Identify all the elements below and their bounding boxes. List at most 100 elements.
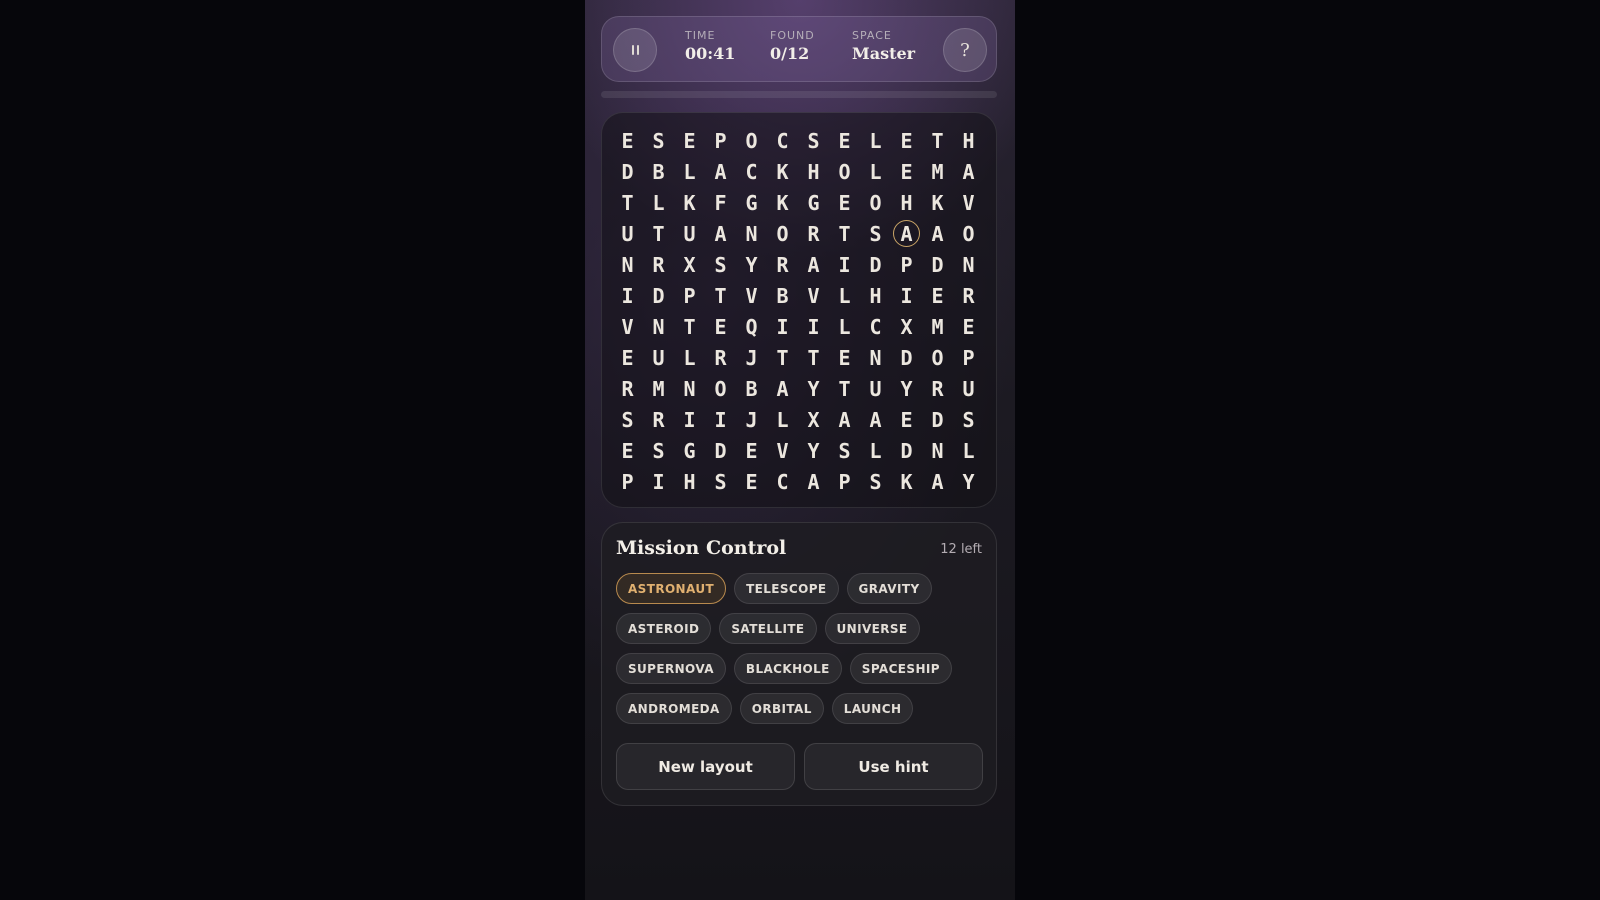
- grid-cell[interactable]: N: [922, 435, 953, 466]
- grid-cell[interactable]: B: [736, 373, 767, 404]
- grid-cell[interactable]: K: [767, 187, 798, 218]
- word-chip[interactable]: ASTRONAUT: [616, 573, 727, 604]
- grid-cell[interactable]: L: [829, 280, 860, 311]
- grid-cell[interactable]: E: [829, 125, 860, 156]
- grid-cell[interactable]: N: [643, 311, 674, 342]
- grid-cell[interactable]: I: [674, 404, 705, 435]
- grid-cell[interactable]: L: [643, 187, 674, 218]
- grid-cell[interactable]: Q: [736, 311, 767, 342]
- grid-cell[interactable]: X: [798, 404, 829, 435]
- grid-cell[interactable]: G: [674, 435, 705, 466]
- grid-cell[interactable]: Y: [953, 466, 984, 497]
- grid-cell[interactable]: G: [736, 187, 767, 218]
- grid-cell[interactable]: T: [829, 218, 860, 249]
- grid-cell[interactable]: T: [798, 342, 829, 373]
- word-chip[interactable]: BLACKHOLE: [733, 653, 842, 684]
- grid-cell[interactable]: T: [767, 342, 798, 373]
- grid-cell[interactable]: R: [705, 342, 736, 373]
- grid-cell[interactable]: C: [767, 125, 798, 156]
- grid-cell[interactable]: P: [705, 125, 736, 156]
- word-chip[interactable]: ASTEROID: [616, 613, 712, 644]
- grid-cell[interactable]: X: [674, 249, 705, 280]
- grid-cell[interactable]: E: [736, 435, 767, 466]
- grid-cell[interactable]: Y: [798, 373, 829, 404]
- word-chip[interactable]: UNIVERSE: [824, 613, 920, 644]
- grid-cell[interactable]: E: [674, 125, 705, 156]
- word-chip[interactable]: TELESCOPE: [734, 573, 839, 604]
- grid-cell[interactable]: R: [643, 249, 674, 280]
- grid-cell[interactable]: T: [829, 373, 860, 404]
- grid-cell[interactable]: D: [705, 435, 736, 466]
- grid-cell[interactable]: T: [922, 125, 953, 156]
- grid-cell[interactable]: B: [643, 156, 674, 187]
- grid-cell[interactable]: A: [705, 156, 736, 187]
- grid-cell[interactable]: Y: [798, 435, 829, 466]
- grid-cell[interactable]: S: [612, 404, 643, 435]
- grid-cell[interactable]: E: [829, 187, 860, 218]
- grid-cell[interactable]: S: [860, 218, 891, 249]
- grid-cell[interactable]: U: [860, 373, 891, 404]
- grid-cell[interactable]: P: [674, 280, 705, 311]
- grid-cell[interactable]: E: [922, 280, 953, 311]
- grid-cell[interactable]: D: [922, 404, 953, 435]
- grid-cell[interactable]: D: [643, 280, 674, 311]
- grid-cell[interactable]: K: [922, 187, 953, 218]
- grid-cell[interactable]: N: [736, 218, 767, 249]
- grid-cell[interactable]: N: [612, 249, 643, 280]
- grid-cell[interactable]: A: [798, 466, 829, 497]
- grid-cell[interactable]: Y: [736, 249, 767, 280]
- grid-cell[interactable]: P: [953, 342, 984, 373]
- grid-cell[interactable]: E: [953, 311, 984, 342]
- grid-cell[interactable]: D: [860, 249, 891, 280]
- grid-cell[interactable]: I: [612, 280, 643, 311]
- word-chip[interactable]: ORBITAL: [739, 693, 824, 724]
- grid-cell[interactable]: E: [705, 311, 736, 342]
- grid-cell[interactable]: K: [767, 156, 798, 187]
- grid-cell[interactable]: D: [891, 435, 922, 466]
- grid-cell[interactable]: L: [860, 435, 891, 466]
- grid-cell[interactable]: H: [674, 466, 705, 497]
- grid-cell[interactable]: R: [643, 404, 674, 435]
- grid-cell[interactable]: I: [891, 280, 922, 311]
- grid-cell[interactable]: H: [798, 156, 829, 187]
- grid-cell[interactable]: C: [767, 466, 798, 497]
- grid-cell[interactable]: H: [891, 187, 922, 218]
- grid-cell[interactable]: I: [798, 311, 829, 342]
- grid-cell[interactable]: O: [860, 187, 891, 218]
- grid-cell[interactable]: S: [953, 404, 984, 435]
- grid-cell[interactable]: C: [860, 311, 891, 342]
- word-chip[interactable]: GRAVITY: [846, 573, 932, 604]
- grid-cell[interactable]: A: [860, 404, 891, 435]
- grid-cell[interactable]: E: [891, 125, 922, 156]
- grid-cell[interactable]: N: [674, 373, 705, 404]
- grid-cell[interactable]: C: [736, 156, 767, 187]
- grid-cell[interactable]: E: [612, 125, 643, 156]
- grid-cell[interactable]: U: [643, 342, 674, 373]
- grid-cell[interactable]: P: [829, 466, 860, 497]
- grid-cell[interactable]: O: [705, 373, 736, 404]
- grid-cell[interactable]: N: [953, 249, 984, 280]
- grid-cell[interactable]: T: [643, 218, 674, 249]
- grid-cell[interactable]: V: [612, 311, 643, 342]
- grid-cell[interactable]: S: [860, 466, 891, 497]
- grid-cell[interactable]: F: [705, 187, 736, 218]
- grid-cell[interactable]: E: [736, 466, 767, 497]
- grid-cell[interactable]: I: [767, 311, 798, 342]
- grid-cell[interactable]: E: [612, 435, 643, 466]
- grid-cell[interactable]: S: [643, 435, 674, 466]
- grid-cell[interactable]: A: [922, 466, 953, 497]
- grid-cell[interactable]: R: [953, 280, 984, 311]
- grid-cell[interactable]: S: [705, 466, 736, 497]
- grid-cell[interactable]: H: [860, 280, 891, 311]
- grid-cell[interactable]: L: [829, 311, 860, 342]
- grid-cell[interactable]: J: [736, 342, 767, 373]
- grid-cell[interactable]: T: [612, 187, 643, 218]
- grid-cell[interactable]: P: [891, 249, 922, 280]
- grid-cell[interactable]: L: [674, 156, 705, 187]
- grid-cell[interactable]: I: [829, 249, 860, 280]
- grid-cell[interactable]: D: [891, 342, 922, 373]
- grid-cell[interactable]: L: [767, 404, 798, 435]
- grid-cell[interactable]: L: [860, 156, 891, 187]
- letter-grid[interactable]: ESEPOCSELETHDBLACKHOLEMATLKFGKGEOHKVUTUA…: [612, 125, 991, 497]
- grid-cell[interactable]: S: [643, 125, 674, 156]
